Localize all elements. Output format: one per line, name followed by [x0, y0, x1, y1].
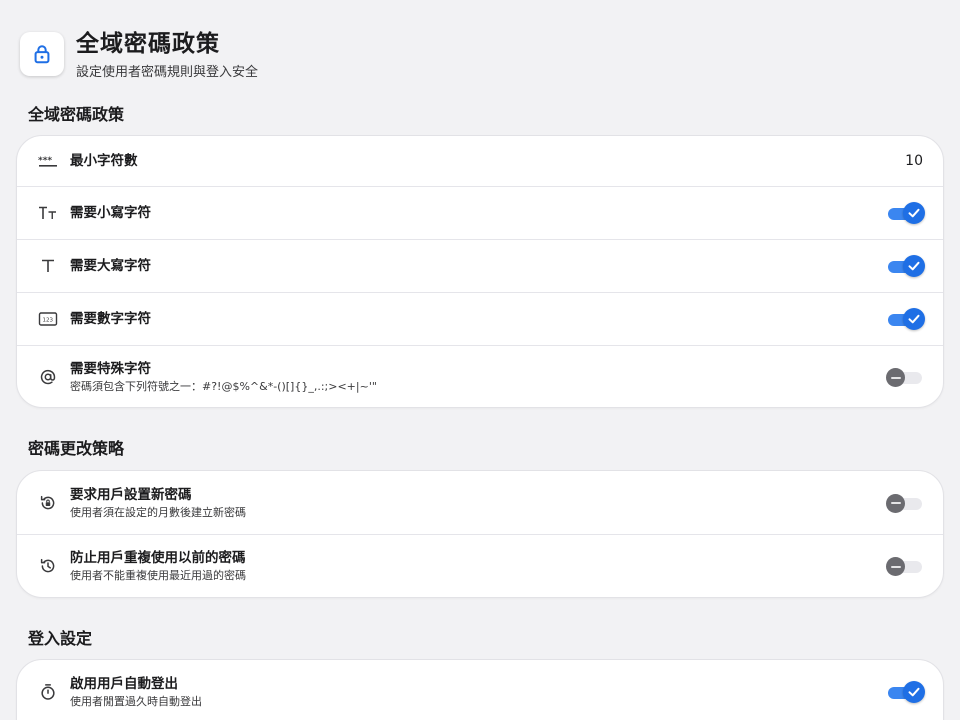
lock-rotate-icon: [38, 493, 58, 513]
special-char-label: 需要特殊字符: [70, 361, 151, 377]
require-new-password-desc: 使用者須在設定的月數後建立新密碼: [70, 505, 246, 519]
auto-logout-row: 啟用用戶自動登出 使用者閒置過久時自動登出: [17, 660, 943, 720]
text-size-icon: [38, 203, 58, 223]
checkmark-icon: [903, 255, 925, 277]
section-title-password-change: 密碼更改策略: [28, 439, 125, 458]
section-title-password-policy: 全域密碼政策: [28, 105, 125, 124]
prevent-reuse-desc: 使用者不能重複使用最近用過的密碼: [70, 569, 246, 582]
lowercase-toggle[interactable]: [886, 201, 925, 225]
number-toggle[interactable]: [886, 307, 925, 331]
page-header: 全域密碼政策 設定使用者密碼規則與登入安全: [20, 30, 258, 82]
password-policy-card: *** 最小字符數 10 需要小寫字符 需要大寫字符 123 需要數字字符 需要…: [16, 135, 944, 408]
password-dots-icon: ***: [38, 151, 58, 171]
special-char-desc: 密碼須包含下列符號之一：#?!@$%^&*-()[]{}_,.:;><+|~'": [70, 380, 377, 393]
uppercase-toggle[interactable]: [886, 254, 925, 278]
auto-logout-toggle[interactable]: [886, 680, 925, 704]
number-label: 需要數字字符: [70, 311, 151, 327]
number-123-icon: 123: [38, 309, 58, 329]
checkmark-icon: [903, 202, 925, 224]
require-new-password-toggle[interactable]: [886, 491, 924, 515]
login-settings-card: 啟用用戶自動登出 使用者閒置過久時自動登出: [16, 659, 944, 720]
page-title: 全域密碼政策: [76, 31, 220, 57]
auto-logout-label: 啟用用戶自動登出: [70, 675, 178, 692]
svg-text:123: 123: [43, 317, 54, 323]
checkmark-icon: [903, 680, 925, 703]
checkmark-icon: [903, 308, 925, 330]
number-row: 123 需要數字字符: [17, 292, 943, 345]
prevent-reuse-toggle[interactable]: [886, 554, 924, 578]
uppercase-label: 需要大寫字符: [70, 258, 151, 274]
require-new-password-label: 要求用戶設置新密碼: [70, 486, 192, 503]
lowercase-row: 需要小寫字符: [17, 186, 943, 239]
minus-icon: [886, 368, 905, 387]
lock-icon: [20, 32, 64, 76]
text-t-icon: [38, 256, 58, 276]
prevent-reuse-row: 防止用戶重複使用以前的密碼 使用者不能重複使用最近用過的密碼: [17, 534, 943, 597]
at-sign-icon: [38, 367, 58, 387]
section-title-login-settings: 登入設定: [28, 629, 93, 648]
history-icon: [38, 556, 58, 576]
page-subtitle: 設定使用者密碼規則與登入安全: [76, 65, 259, 80]
min-length-label: 最小字符數: [70, 153, 138, 169]
lowercase-label: 需要小寫字符: [70, 205, 151, 221]
min-length-row[interactable]: *** 最小字符數 10: [17, 136, 943, 186]
special-char-row: 需要特殊字符 密碼須包含下列符號之一：#?!@$%^&*-()[]{}_,.:;…: [17, 345, 943, 407]
password-change-card: 要求用戶設置新密碼 使用者須在設定的月數後建立新密碼 防止用戶重複使用以前的密碼…: [16, 470, 944, 598]
auto-logout-desc: 使用者閒置過久時自動登出: [70, 694, 202, 708]
minus-icon: [886, 557, 905, 576]
timer-icon: [38, 682, 58, 702]
special-char-toggle[interactable]: [886, 365, 924, 389]
prevent-reuse-label: 防止用戶重複使用以前的密碼: [70, 550, 246, 566]
minus-icon: [886, 493, 905, 513]
require-new-password-row: 要求用戶設置新密碼 使用者須在設定的月數後建立新密碼: [17, 471, 943, 534]
svg-text:***: ***: [38, 156, 52, 166]
min-length-value[interactable]: 10: [905, 153, 923, 169]
uppercase-row: 需要大寫字符: [17, 239, 943, 292]
